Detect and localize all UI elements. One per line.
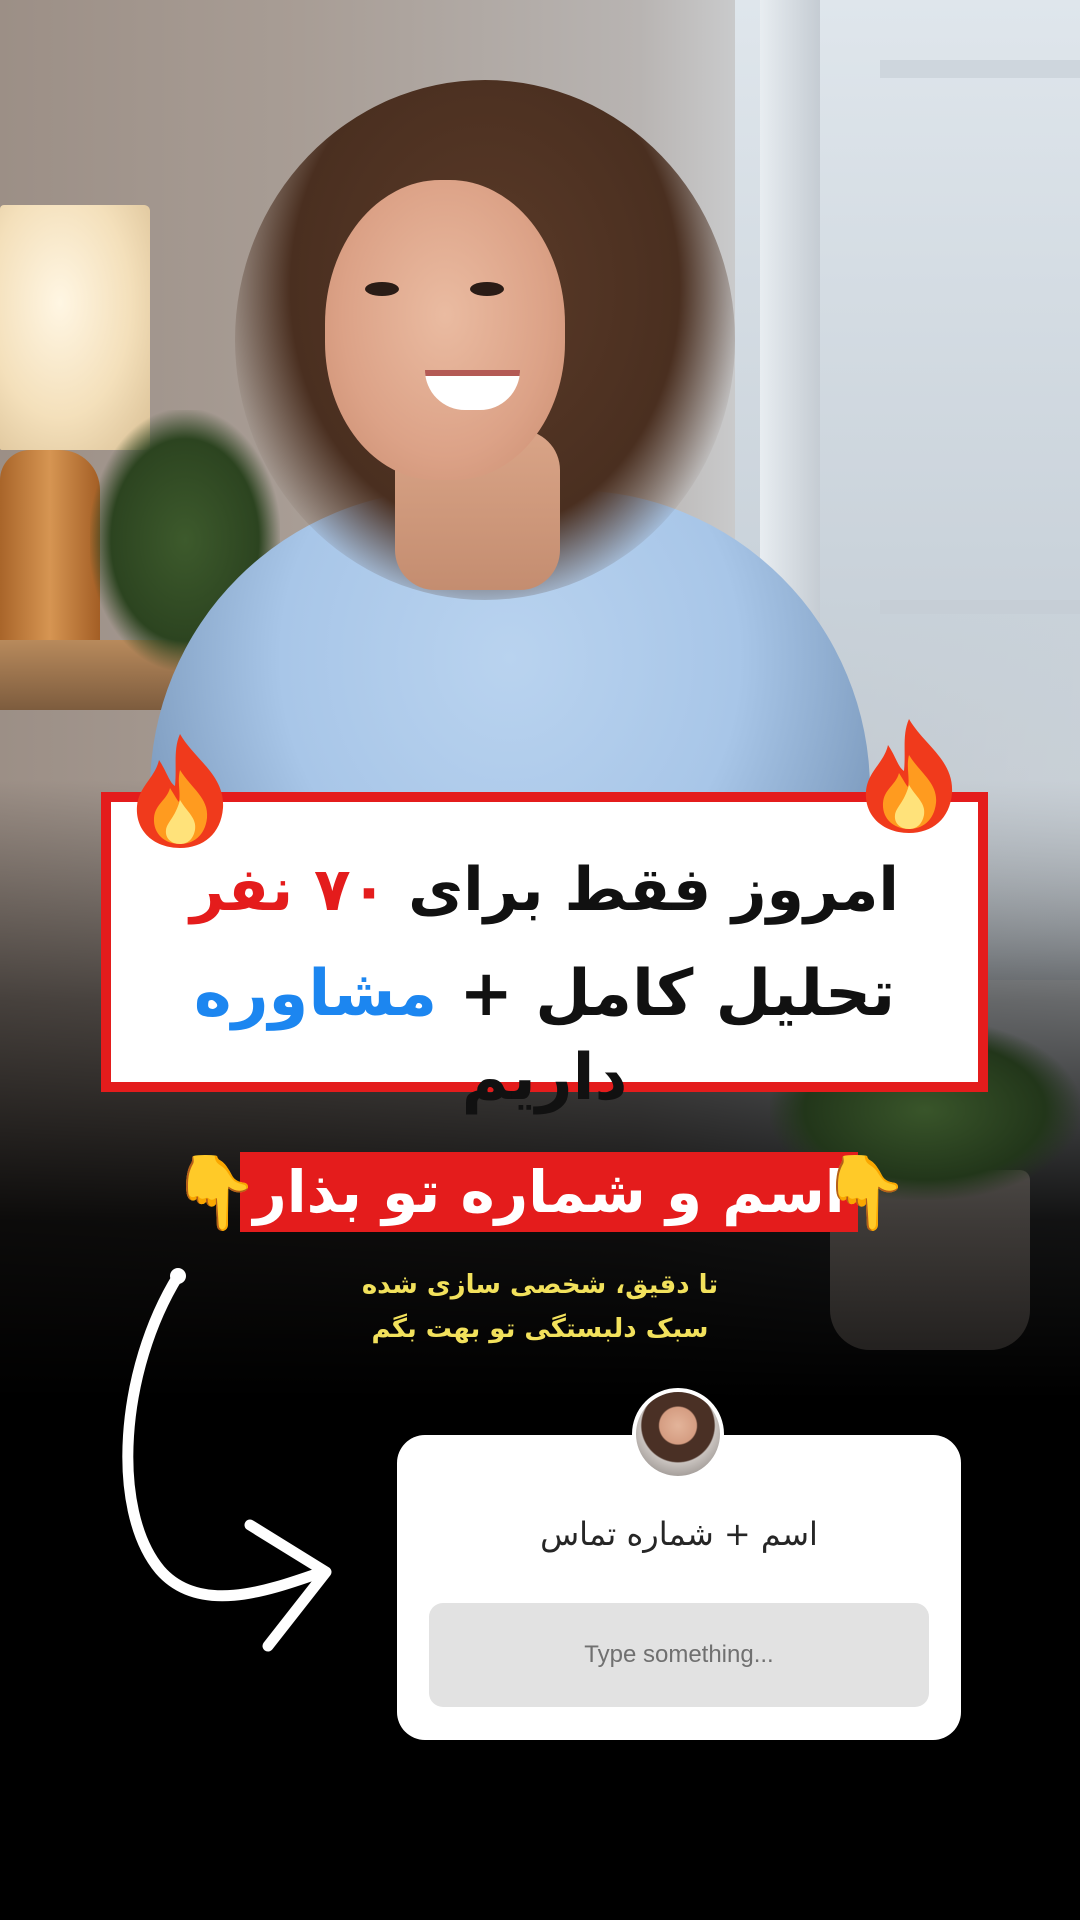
window-bar <box>880 60 1080 78</box>
avatar <box>632 1388 724 1480</box>
headline-highlight-consult: مشاوره <box>193 957 438 1031</box>
cta-banner-text: اسم و شماره تو بذار <box>253 1158 845 1226</box>
person-eye <box>365 282 399 296</box>
lamp-base <box>0 450 100 660</box>
cta-subtitle-line-1: تا دقیق، شخصی سازی شده <box>361 1270 719 1300</box>
headline-highlight-count: ۷۰ نفر <box>190 855 388 925</box>
person-eye <box>470 282 504 296</box>
pointing-hand-icon: 👇 <box>820 1150 910 1234</box>
person-face <box>325 180 565 480</box>
pointing-hand-icon: 👇 <box>170 1150 260 1234</box>
fire-icon <box>136 734 224 848</box>
curved-arrow-icon <box>122 1268 332 1652</box>
story-canvas: امروز فقط برای ۷۰ نفر تحلیل کامل + مشاور… <box>0 0 1080 1920</box>
answer-input[interactable]: Type something... <box>429 1603 929 1707</box>
question-title: اسم + شماره تماس <box>540 1515 818 1553</box>
headline-line-2: تحلیل کامل + مشاوره داریم <box>111 952 978 1120</box>
cta-banner: اسم و شماره تو بذار <box>240 1152 858 1232</box>
headline-line-2-prefix: تحلیل کامل + <box>437 957 896 1031</box>
fire-icon <box>865 719 953 833</box>
window-bar <box>880 600 1080 614</box>
headline-line-1-text: امروز فقط برای <box>387 855 899 925</box>
question-sticker[interactable]: اسم + شماره تماس Type something... <box>397 1435 961 1740</box>
cta-subtitle-line-2: سبک دلبستگی تو بهت بگم <box>371 1314 709 1344</box>
headline-line-1: امروز فقط برای ۷۰ نفر <box>111 850 978 930</box>
headline-line-2-suffix: داریم <box>461 1041 628 1115</box>
